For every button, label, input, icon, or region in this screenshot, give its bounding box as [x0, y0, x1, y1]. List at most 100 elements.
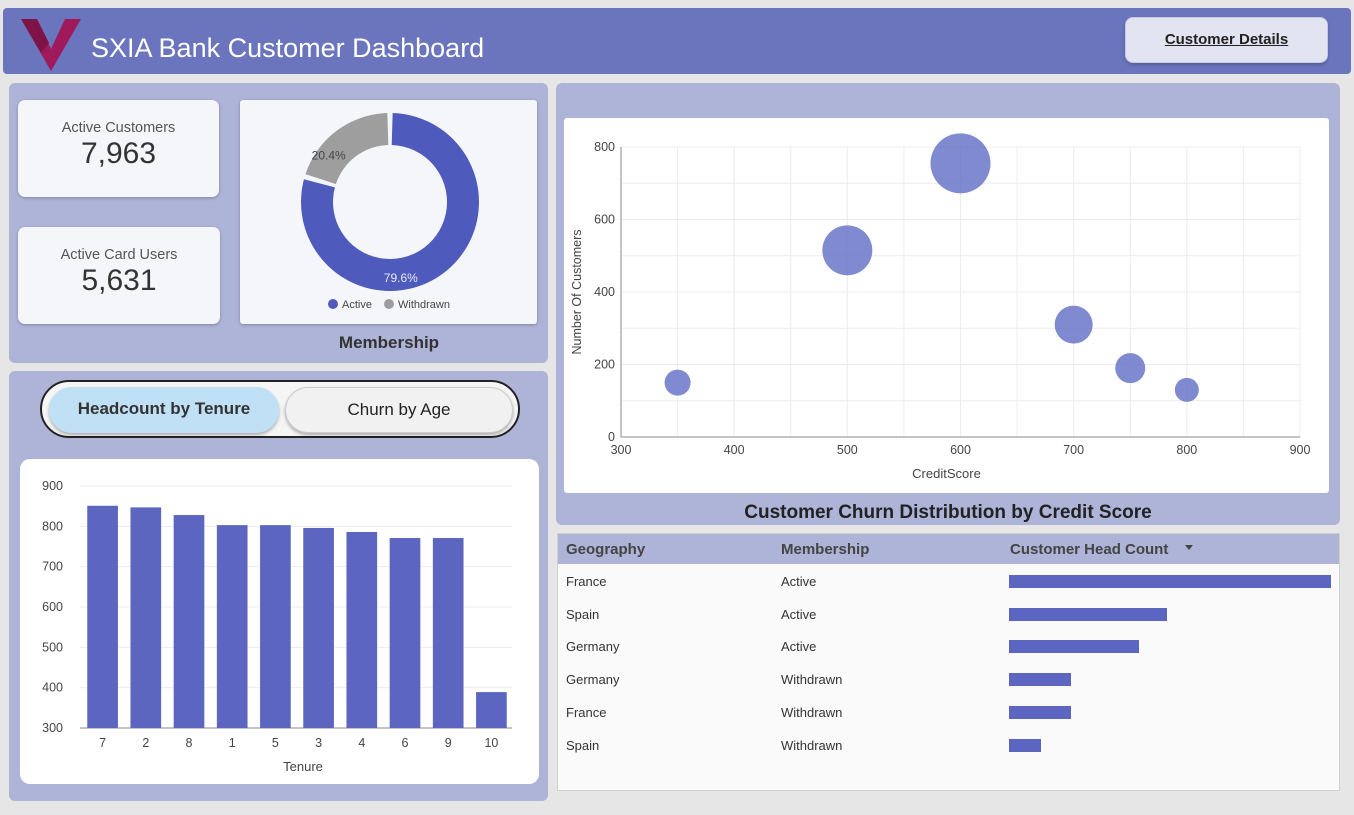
cell-membership: Active: [781, 639, 817, 655]
head-count-bar: [1009, 673, 1072, 687]
tenure-bar: [303, 527, 334, 728]
cell-geography: Germany: [566, 639, 620, 655]
credit-bubble: [664, 369, 691, 396]
kpi-value: 7,963: [80, 137, 157, 170]
table-row[interactable]: France Active: [558, 565, 1339, 598]
x-tick-label: 1: [229, 736, 236, 750]
cell-geography: Germany: [566, 672, 620, 688]
donut-slice-label: 79.6%: [384, 271, 418, 285]
cell-membership: Active: [781, 574, 817, 589]
table-row[interactable]: France Withdrawn: [558, 696, 1339, 729]
x-tick-label: 900: [1290, 443, 1311, 457]
x-tick-label: 5: [272, 736, 279, 750]
legend-marker: [384, 299, 394, 309]
donut-slice-label: 20.4%: [312, 148, 346, 162]
tenure-bar: [389, 538, 421, 728]
x-axis-label: CreditScore: [912, 466, 981, 481]
y-tick-label: 700: [42, 560, 63, 574]
membership-chart-title: Membership: [338, 333, 440, 352]
cell-membership: Withdrawn: [781, 672, 843, 688]
legend-label: Withdrawn: [398, 299, 450, 311]
x-tick-label: 300: [611, 443, 632, 457]
credit-chart-title: Customer Churn Distribution by Credit Sc…: [744, 502, 1152, 523]
legend-marker: [328, 299, 338, 309]
header-bar: SXIA Bank Customer Dashboard Customer De…: [3, 8, 1351, 74]
bank-logo: [21, 19, 81, 71]
tenure-bar: [260, 525, 291, 728]
membership-chart-card: 79.6% 20.4% Active Withdrawn: [240, 100, 537, 324]
app-title: SXIA Bank Customer Dashboard: [91, 33, 485, 63]
head-count-bar: [1009, 705, 1072, 719]
x-tick-label: 400: [724, 443, 745, 457]
tenure-bar: [216, 525, 248, 728]
y-tick-label: 800: [594, 140, 615, 154]
kpi-card-active-customers: Active Customers 7,963: [18, 100, 219, 197]
head-count-bar: [1009, 640, 1140, 654]
chart-toggle: Headcount by Tenure Churn by Age: [40, 380, 520, 438]
tenure-chart-card: 300 400 500 600 700 800 900 7 2 8 1 5 3 4 6 9 10 Tenure: [20, 459, 539, 784]
tenure-bar: [173, 515, 205, 728]
churn-by-age-tab[interactable]: Churn by Age: [285, 387, 513, 433]
table-row[interactable]: Germany Withdrawn: [558, 663, 1339, 696]
x-tick-label: 700: [1063, 443, 1084, 457]
kpi-label: Active Customers: [61, 120, 176, 136]
y-tick-label: 900: [42, 479, 63, 493]
x-axis-label: Tenure: [283, 759, 323, 774]
credit-score-bubble-chart: 0 200 400 600 800 300 400 500 600 700 800 900 Credit…: [570, 133, 1311, 481]
geography-table: Geography Membership Customer Head Count…: [557, 533, 1340, 791]
header-customer-head-count[interactable]: Customer Head Count: [1010, 541, 1168, 558]
headcount-by-tenure-tab[interactable]: Headcount by Tenure: [49, 387, 279, 433]
cell-membership: Withdrawn: [781, 737, 843, 753]
y-tick-label: 800: [42, 519, 63, 533]
cell-membership: Active: [781, 606, 817, 622]
customer-details-button[interactable]: Customer Details: [1125, 17, 1328, 63]
tenure-bar: [432, 538, 464, 728]
credit-bubble: [1054, 305, 1093, 344]
kpi-label: Active Card Users: [60, 247, 178, 263]
tenure-bar-chart: 300 400 500 600 700 800 900 7 2 8 1 5 3 4 6 9 10 Tenure: [42, 479, 512, 774]
credit-bubble: [930, 133, 991, 194]
table-header: Geography Membership Customer Head Count: [558, 534, 1339, 564]
x-tick-label: 9: [445, 736, 452, 750]
header-membership[interactable]: Membership: [781, 541, 869, 558]
tenure-bar: [87, 505, 118, 728]
credit-bubble: [1174, 377, 1199, 402]
caret-down-icon[interactable]: [1185, 545, 1193, 551]
cell-membership: Withdrawn: [781, 704, 843, 720]
kpi-card-active-card-users: Active Card Users 5,631: [18, 227, 220, 324]
y-tick-label: 600: [594, 213, 615, 227]
y-tick-label: 200: [594, 358, 615, 372]
kpi-value: 5,631: [81, 264, 157, 297]
x-tick-label: 800: [1176, 443, 1197, 457]
y-tick-label: 300: [42, 721, 63, 735]
y-axis-label: Number Of Customers: [570, 229, 584, 354]
header-geography[interactable]: Geography: [566, 541, 645, 558]
y-tick-label: 400: [594, 285, 615, 299]
x-tick-label: 10: [484, 736, 498, 750]
y-tick-label: 600: [42, 600, 63, 614]
x-tick-label: 4: [358, 736, 365, 750]
cell-geography: Spain: [566, 606, 600, 622]
cell-geography: France: [566, 574, 607, 589]
cell-geography: Spain: [566, 737, 600, 753]
credit-chart-card: 0 200 400 600 800 300 400 500 600 700 800 900 Credit…: [564, 118, 1329, 493]
x-tick-label: 8: [186, 736, 193, 750]
head-count-bar: [1009, 575, 1331, 588]
table-row[interactable]: Spain Withdrawn: [558, 729, 1339, 762]
head-count-bar: [1009, 738, 1042, 752]
x-tick-label: 600: [950, 443, 971, 457]
y-tick-label: 400: [42, 681, 63, 695]
y-tick-label: 500: [42, 640, 63, 654]
cell-geography: France: [566, 704, 607, 720]
legend-label: Active: [342, 299, 372, 311]
y-tick-label: 0: [608, 430, 615, 444]
x-tick-label: 6: [402, 736, 409, 750]
tenure-bar: [130, 507, 162, 728]
tenure-bar: [476, 692, 507, 728]
credit-bubble: [822, 225, 873, 276]
x-tick-label: 7: [99, 736, 106, 750]
table-row[interactable]: Germany Active: [558, 630, 1339, 663]
table-row[interactable]: Spain Active: [558, 598, 1339, 631]
x-tick-label: 3: [315, 736, 322, 750]
x-tick-label: 2: [142, 736, 149, 750]
